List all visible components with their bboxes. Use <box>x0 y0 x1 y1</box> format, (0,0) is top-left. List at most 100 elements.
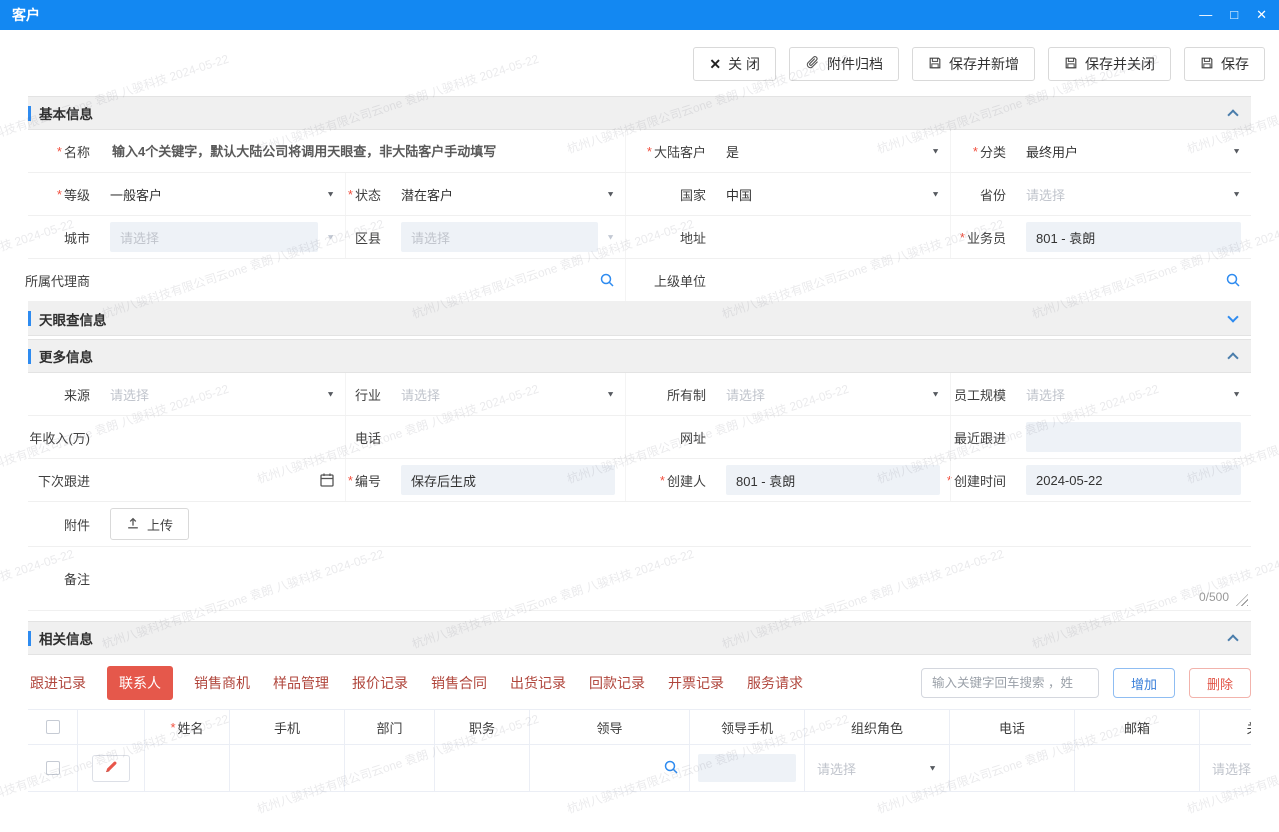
tab-contacts[interactable]: 联系人 <box>107 666 173 700</box>
org-role-select[interactable]: 请选择 ▼ <box>813 759 941 778</box>
section-header-tianyancha[interactable]: 天眼查信息 <box>28 302 1251 336</box>
add-button[interactable]: 增加 <box>1113 668 1175 698</box>
ownership-select[interactable]: 请选择 ▼ <box>726 385 940 404</box>
save-button-label: 保存 <box>1221 54 1249 74</box>
upload-label: 上传 <box>147 515 173 534</box>
ownership-label: 所有制 <box>626 385 716 404</box>
cell-name[interactable] <box>145 745 230 791</box>
chevron-down-icon: ▼ <box>931 190 940 199</box>
relation-select[interactable]: 请选择 <box>1212 759 1251 778</box>
save-icon <box>928 56 942 73</box>
contacts-table: *姓名 手机 部门 职务 领导 领导手机 组织角色 电话 邮箱 关系 <box>28 709 1251 792</box>
related-actions: 增加 删除 <box>921 668 1251 698</box>
leader-search-icon[interactable] <box>663 759 679 778</box>
annual-income-input[interactable] <box>110 429 335 446</box>
level-select[interactable]: 一般客户 ▼ <box>110 185 335 204</box>
salesman-label: *业务员 <box>951 228 1016 247</box>
tab-service-requests[interactable]: 服务请求 <box>745 666 805 700</box>
cell-mobile[interactable] <box>230 745 345 791</box>
save-button[interactable]: 保存 <box>1184 47 1265 81</box>
contacts-table-header: *姓名 手机 部门 职务 领导 领导手机 组织角色 电话 邮箱 关系 <box>28 709 1251 745</box>
section-accent-bar <box>28 349 31 364</box>
address-input[interactable] <box>726 229 940 246</box>
mainland-label: *大陆客户 <box>626 142 716 161</box>
section-accent-bar <box>28 311 31 326</box>
created-time-field-disabled: 2024-05-22 <box>1026 465 1241 495</box>
agent-input[interactable] <box>110 272 591 289</box>
chevron-up-icon[interactable] <box>1227 352 1238 363</box>
category-select[interactable]: 最终用户 ▼ <box>1026 142 1241 161</box>
row-checkbox[interactable] <box>46 761 60 775</box>
chevron-up-icon[interactable] <box>1227 109 1238 120</box>
attachment-row: 附件 上传 <box>28 502 1251 547</box>
close-button[interactable]: ✕ 关 闭 <box>693 47 776 81</box>
chevron-up-icon[interactable] <box>1227 634 1238 645</box>
province-select[interactable]: 请选择 ▼ <box>1026 185 1241 204</box>
employee-scale-label: 员工规模 <box>951 385 1016 404</box>
select-all-checkbox[interactable] <box>46 720 60 734</box>
chevron-down-icon: ▼ <box>326 390 335 399</box>
maximize-icon[interactable]: □ <box>1230 0 1238 30</box>
tab-quotation-records[interactable]: 报价记录 <box>350 666 410 700</box>
section-header-more-info[interactable]: 更多信息 <box>28 339 1251 373</box>
form-content: 基本信息 *名称 *大陆客户 是 ▼ *分类 最终用户 ▼ *等级 一般客户 <box>28 96 1251 792</box>
category-label: *分类 <box>951 142 1016 161</box>
basic-row-4: 所属代理商 上级单位 <box>28 259 1251 302</box>
tab-sales-opportunities[interactable]: 销售商机 <box>192 666 252 700</box>
section-title-more: 更多信息 <box>39 346 93 366</box>
source-select[interactable]: 请选择 ▼ <box>110 385 335 404</box>
section-header-related-info[interactable]: 相关信息 <box>28 621 1251 655</box>
header-name: *姓名 <box>145 710 230 744</box>
industry-select[interactable]: 请选择 ▼ <box>401 385 615 404</box>
save-icon <box>1200 56 1214 73</box>
status-label: *状态 <box>346 185 391 204</box>
parent-unit-input[interactable] <box>726 272 1217 289</box>
toolbar: ✕ 关 闭 附件归档 保存并新增 保存并关闭 保存 <box>0 30 1279 96</box>
header-action-column <box>78 710 145 744</box>
basic-row-1: *名称 *大陆客户 是 ▼ *分类 最终用户 ▼ <box>28 130 1251 173</box>
employee-scale-select[interactable]: 请选择 ▼ <box>1026 385 1241 404</box>
tab-sales-contracts[interactable]: 销售合同 <box>429 666 489 700</box>
chevron-down-icon[interactable] <box>1227 311 1238 322</box>
header-phone: 电话 <box>950 710 1075 744</box>
tab-sample-management[interactable]: 样品管理 <box>271 666 331 700</box>
status-select[interactable]: 潜在客户 ▼ <box>401 185 615 204</box>
row-action-button[interactable] <box>92 755 130 782</box>
attachment-archive-button[interactable]: 附件归档 <box>789 47 899 81</box>
chevron-down-icon: ▼ <box>931 147 940 156</box>
save-and-close-button[interactable]: 保存并关闭 <box>1048 47 1171 81</box>
next-followup-date-input[interactable] <box>110 472 311 489</box>
section-header-basic-info[interactable]: 基本信息 <box>28 96 1251 130</box>
upload-button[interactable]: 上传 <box>110 508 189 540</box>
creator-label: *创建人 <box>626 471 716 490</box>
phone-input[interactable] <box>401 429 615 446</box>
website-input[interactable] <box>726 429 940 446</box>
minimize-icon[interactable]: — <box>1199 0 1212 30</box>
remark-textarea[interactable] <box>110 556 1241 602</box>
window-title: 客户 <box>12 5 40 25</box>
search-icon[interactable] <box>1225 272 1241 288</box>
mainland-select[interactable]: 是 ▼ <box>726 142 940 161</box>
tab-shipment-records[interactable]: 出货记录 <box>508 666 568 700</box>
search-icon[interactable] <box>599 272 615 288</box>
tab-invoice-records[interactable]: 开票记录 <box>666 666 726 700</box>
cell-phone[interactable] <box>950 745 1075 791</box>
save-and-new-button[interactable]: 保存并新增 <box>912 47 1035 81</box>
industry-label: 行业 <box>346 385 391 404</box>
save-icon <box>1064 56 1078 73</box>
calendar-icon[interactable] <box>319 472 335 488</box>
header-email: 邮箱 <box>1075 710 1200 744</box>
delete-button[interactable]: 删除 <box>1189 668 1251 698</box>
tab-followup-records[interactable]: 跟进记录 <box>28 666 88 700</box>
cell-department[interactable] <box>345 745 435 791</box>
cell-email[interactable] <box>1075 745 1200 791</box>
cell-position[interactable] <box>435 745 530 791</box>
close-icon[interactable]: ✕ <box>1256 0 1267 30</box>
header-position: 职务 <box>435 710 530 744</box>
country-select[interactable]: 中国 ▼ <box>726 185 940 204</box>
tab-payment-records[interactable]: 回款记录 <box>587 666 647 700</box>
district-select-disabled: 请选择 <box>401 222 598 252</box>
name-input[interactable] <box>110 143 615 160</box>
section-accent-bar <box>28 631 31 646</box>
contact-search-input[interactable] <box>921 668 1099 698</box>
